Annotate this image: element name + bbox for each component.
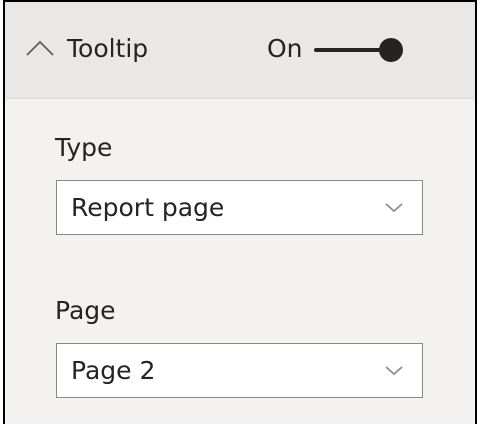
- chevron-down-icon: [385, 203, 403, 213]
- type-dropdown[interactable]: Report page: [56, 180, 423, 235]
- page-dropdown[interactable]: Page 2: [56, 343, 423, 398]
- section-title: Tooltip: [67, 34, 149, 63]
- tooltip-section-header[interactable]: Tooltip On: [5, 2, 475, 99]
- tooltip-toggle[interactable]: On: [267, 34, 417, 70]
- type-label: Type: [55, 133, 113, 162]
- toggle-label: On: [267, 34, 303, 63]
- chevron-down-icon: [385, 366, 403, 376]
- page-label: Page: [55, 296, 116, 325]
- format-pane: Tooltip On Type Report page Page Page 2: [3, 0, 477, 424]
- toggle-thumb[interactable]: [379, 38, 403, 62]
- type-dropdown-value: Report page: [71, 193, 225, 222]
- chevron-up-icon[interactable]: [25, 38, 55, 58]
- page-dropdown-value: Page 2: [71, 356, 156, 385]
